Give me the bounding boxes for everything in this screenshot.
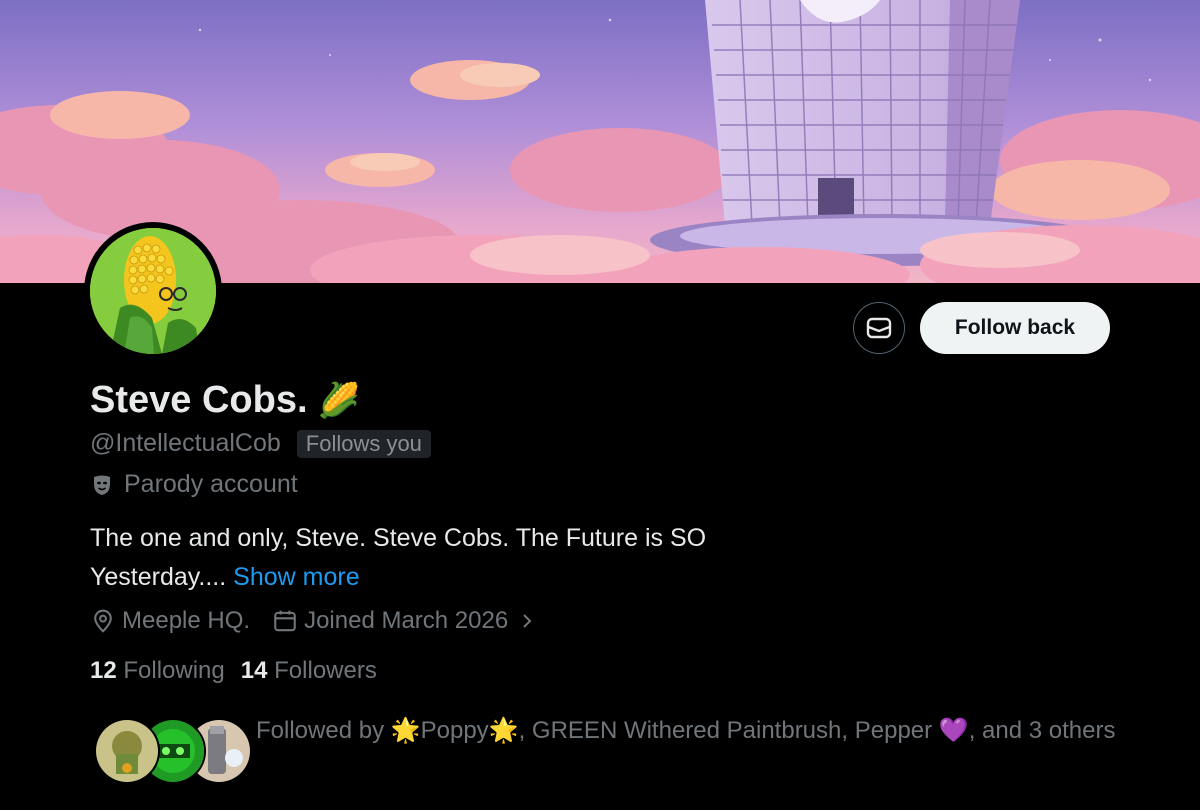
location-pin-icon [94, 609, 112, 633]
parody-account-text: Parody account [124, 470, 298, 498]
joined-item[interactable]: Joined March 2026 [272, 607, 536, 635]
follow-counts: 12 Following 14 Followers [90, 657, 377, 685]
followers-link[interactable]: 14 Followers [241, 657, 377, 685]
profile-avatar[interactable] [84, 222, 222, 360]
chevron-right-icon [523, 614, 532, 628]
follower-name-green-paintbrush: GREEN Withered Paintbrush [531, 717, 842, 744]
followers-count: 14 [240, 657, 268, 684]
followed-by-suffix: , and 3 others [968, 717, 1116, 744]
profile-page: Follow back Steve Cobs. 🌽 @IntellectualC… [0, 0, 1200, 810]
theater-mask-icon [94, 475, 110, 495]
calendar-icon [274, 610, 296, 632]
star-emoji: 🌟 [390, 716, 421, 744]
followed-by-prefix: Followed by [256, 717, 385, 744]
user-handle: @IntellectualCob [90, 429, 281, 457]
following-link[interactable]: 12 Following [90, 657, 225, 685]
profile-meta: Meeple HQ. Joined March 2026 [90, 607, 536, 635]
follower-avatar-poppy [94, 718, 160, 784]
following-count: 12 [90, 657, 117, 684]
follow-back-button[interactable]: Follow back [920, 302, 1110, 354]
location-item: Meeple HQ. [90, 607, 250, 635]
location-text: Meeple HQ. [122, 607, 251, 634]
profile-bio: The one and only, Steve. Steve Cobs. The… [90, 519, 810, 597]
followers-label: Followers [274, 657, 377, 684]
handle-row: @IntellectualCob Follows you [90, 429, 431, 458]
bio-text: The one and only, Steve. Steve Cobs. The… [90, 524, 707, 591]
joined-text: Joined March 2026 [304, 607, 509, 634]
following-label: Following [123, 657, 225, 684]
follower-name-poppy: Poppy [420, 717, 489, 744]
show-more-link[interactable]: Show more [233, 563, 359, 591]
corn-emoji: 🌽 [317, 380, 360, 421]
parody-label: Parody account [90, 470, 298, 499]
display-name: Steve Cobs. 🌽 [90, 379, 360, 422]
envelope-icon [866, 317, 892, 339]
display-name-text: Steve Cobs. [90, 379, 308, 421]
follower-name-pepper: Pepper [854, 717, 933, 744]
corn-character-image [90, 228, 216, 354]
star-emoji: 🌟 [488, 716, 519, 744]
follows-you-badge: Follows you [296, 429, 431, 458]
message-button[interactable] [853, 302, 905, 354]
purple-heart-emoji: 💜 [938, 716, 969, 744]
followed-by-text[interactable]: Followed by 🌟Poppy🌟, GREEN Withered Pain… [256, 712, 1116, 749]
followed-by-avatars[interactable] [94, 718, 252, 784]
